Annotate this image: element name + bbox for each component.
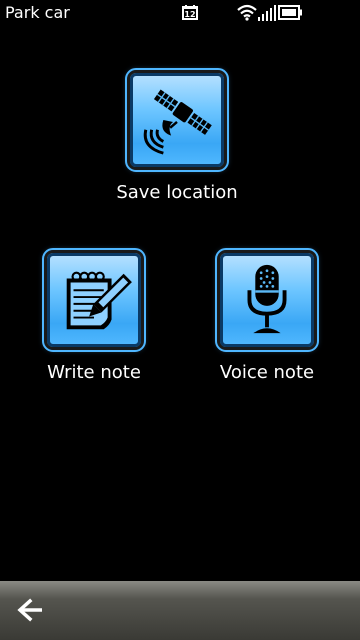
write-note-button[interactable]: Write note [24,248,164,383]
bottom-toolbar [0,581,360,640]
save-location-label: Save location [116,182,238,203]
back-button[interactable] [10,593,50,627]
save-location-tile[interactable] [125,68,229,172]
voice-note-label: Voice note [219,362,315,383]
microphone-icon [247,264,287,334]
satellite-icon [143,89,212,155]
status-bar: Park car 12 [0,0,360,28]
save-location-button[interactable]: Save location [107,68,247,203]
calendar-day: 12 [184,10,195,19]
wifi-icon [237,4,257,21]
back-arrow-icon [17,598,42,622]
app-title: Park car [5,3,70,22]
calendar-icon: 12 [182,5,198,20]
voice-note-button[interactable]: Voice note [197,248,337,383]
notepad-pencil-icon [66,271,132,330]
write-note-tile[interactable] [42,248,146,352]
signal-icon [258,5,276,21]
write-note-label: Write note [47,362,141,383]
battery-icon [278,5,302,20]
voice-note-tile[interactable] [215,248,319,352]
